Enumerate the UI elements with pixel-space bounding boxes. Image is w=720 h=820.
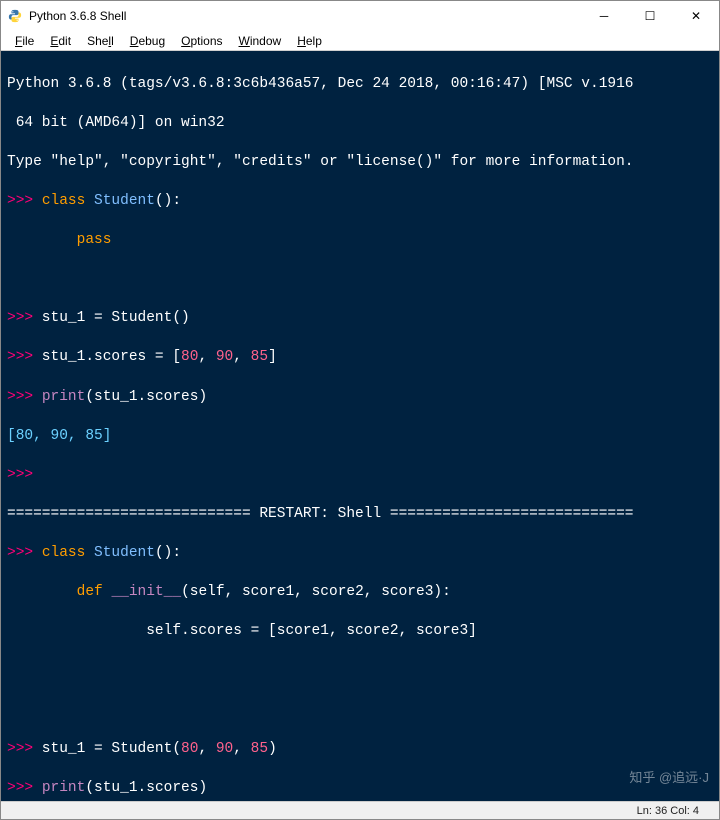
window-title: Python 3.6.8 Shell: [29, 9, 581, 23]
maximize-button[interactable]: ☐: [627, 1, 673, 31]
menu-help[interactable]: Help: [289, 34, 330, 48]
banner-line: Python 3.6.8 (tags/v3.6.8:3c6b436a57, De…: [7, 75, 715, 95]
window-controls: ─ ☐ ✕: [581, 1, 719, 31]
code-line: >>>: [7, 466, 715, 486]
watermark: 知乎 @追远·J: [629, 769, 709, 787]
code-line: >>> class Student():: [7, 544, 715, 564]
python-icon: [7, 8, 23, 24]
output-line: [80, 90, 85]: [7, 427, 715, 447]
minimize-button[interactable]: ─: [581, 1, 627, 31]
titlebar: Python 3.6.8 Shell ─ ☐ ✕: [1, 1, 719, 31]
statusbar: Ln: 36 Col: 4: [1, 801, 719, 819]
cursor-position: Ln: 36 Col: 4: [637, 805, 699, 817]
code-line: pass: [7, 231, 715, 251]
banner-line: Type "help", "copyright", "credits" or "…: [7, 153, 715, 173]
banner-line: 64 bit (AMD64)] on win32: [7, 114, 715, 134]
code-line: >>> stu_1 = Student(): [7, 309, 715, 329]
code-line: self.scores = [score1, score2, score3]: [7, 622, 715, 642]
menu-options[interactable]: Options: [173, 34, 230, 48]
menubar: File Edit Shell Debug Options Window Hel…: [1, 31, 719, 51]
code-line: [7, 661, 715, 681]
code-line: [7, 701, 715, 721]
code-line: def __init__(self, score1, score2, score…: [7, 583, 715, 603]
menu-edit[interactable]: Edit: [42, 34, 79, 48]
menu-debug[interactable]: Debug: [122, 34, 173, 48]
code-line: [7, 270, 715, 290]
code-line: >>> class Student():: [7, 192, 715, 212]
restart-line: ============================ RESTART: Sh…: [7, 505, 715, 525]
code-line: >>> print(stu_1.scores): [7, 388, 715, 408]
menu-shell[interactable]: Shell: [79, 34, 122, 48]
shell-output[interactable]: Python 3.6.8 (tags/v3.6.8:3c6b436a57, De…: [1, 51, 719, 801]
close-button[interactable]: ✕: [673, 1, 719, 31]
menu-window[interactable]: Window: [231, 34, 290, 48]
menu-file[interactable]: File: [7, 34, 42, 48]
code-line: >>> stu_1.scores = [80, 90, 85]: [7, 348, 715, 368]
code-line: >>> print(stu_1.scores): [7, 779, 715, 799]
code-line: >>> stu_1 = Student(80, 90, 85): [7, 740, 715, 760]
